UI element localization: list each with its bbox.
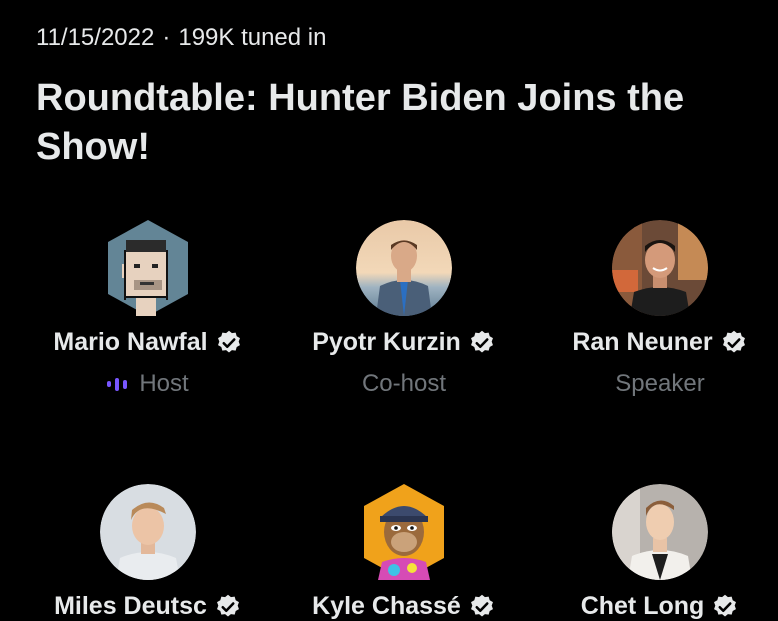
verified-badge-icon (470, 594, 493, 616)
participant-name: Pyotr Kurzin (312, 328, 461, 356)
participant-role: Host (139, 370, 189, 397)
audio-wave-icon (107, 377, 128, 391)
participant-name-row: Mario Nawfal (20, 328, 276, 357)
photo-avatar[interactable] (100, 484, 196, 580)
participant-name-row: Ran Neuner (532, 328, 778, 357)
pixel-punk-avatar[interactable] (100, 220, 196, 316)
participant-name-row: Kyle Chassé (276, 592, 532, 621)
participants-grid: Mario Nawfal Host Pyotr Kurzin Co-host R… (0, 0, 778, 620)
participant-name-row: Miles Deutsc (20, 592, 276, 621)
verified-badge-icon (216, 594, 239, 616)
participant-card[interactable]: Mario Nawfal Host (20, 220, 276, 410)
verified-badge-icon (722, 330, 745, 352)
verified-badge-icon (470, 330, 493, 352)
participant-name: Miles Deutsc (54, 592, 207, 620)
participant-card[interactable]: Kyle Chassé (276, 484, 532, 620)
participant-role-row: Co-host (276, 370, 532, 398)
participant-name-row: Chet Long (532, 592, 778, 621)
participant-card[interactable]: Pyotr Kurzin Co-host (276, 220, 532, 410)
participant-card[interactable]: Miles Deutsc (20, 484, 276, 620)
participant-role: Co-host (361, 370, 447, 397)
participant-card[interactable]: Ran Neuner Speaker (532, 220, 778, 410)
participant-card[interactable]: Chet Long (532, 484, 778, 620)
verified-badge-icon (217, 330, 240, 352)
photo-avatar[interactable] (356, 220, 452, 316)
ape-nft-avatar[interactable] (356, 484, 452, 580)
photo-avatar[interactable] (612, 220, 708, 316)
participant-role-row: Host (20, 370, 276, 398)
participant-role: Speaker (615, 370, 705, 397)
participant-name-row: Pyotr Kurzin (276, 328, 532, 357)
participant-name: Chet Long (580, 592, 705, 620)
participant-name: Ran Neuner (572, 328, 713, 356)
participant-name: Kyle Chassé (312, 592, 461, 620)
participant-role-row: Speaker (532, 370, 778, 398)
verified-badge-icon (714, 594, 737, 616)
participant-name: Mario Nawfal (53, 328, 208, 356)
photo-avatar[interactable] (612, 484, 708, 580)
